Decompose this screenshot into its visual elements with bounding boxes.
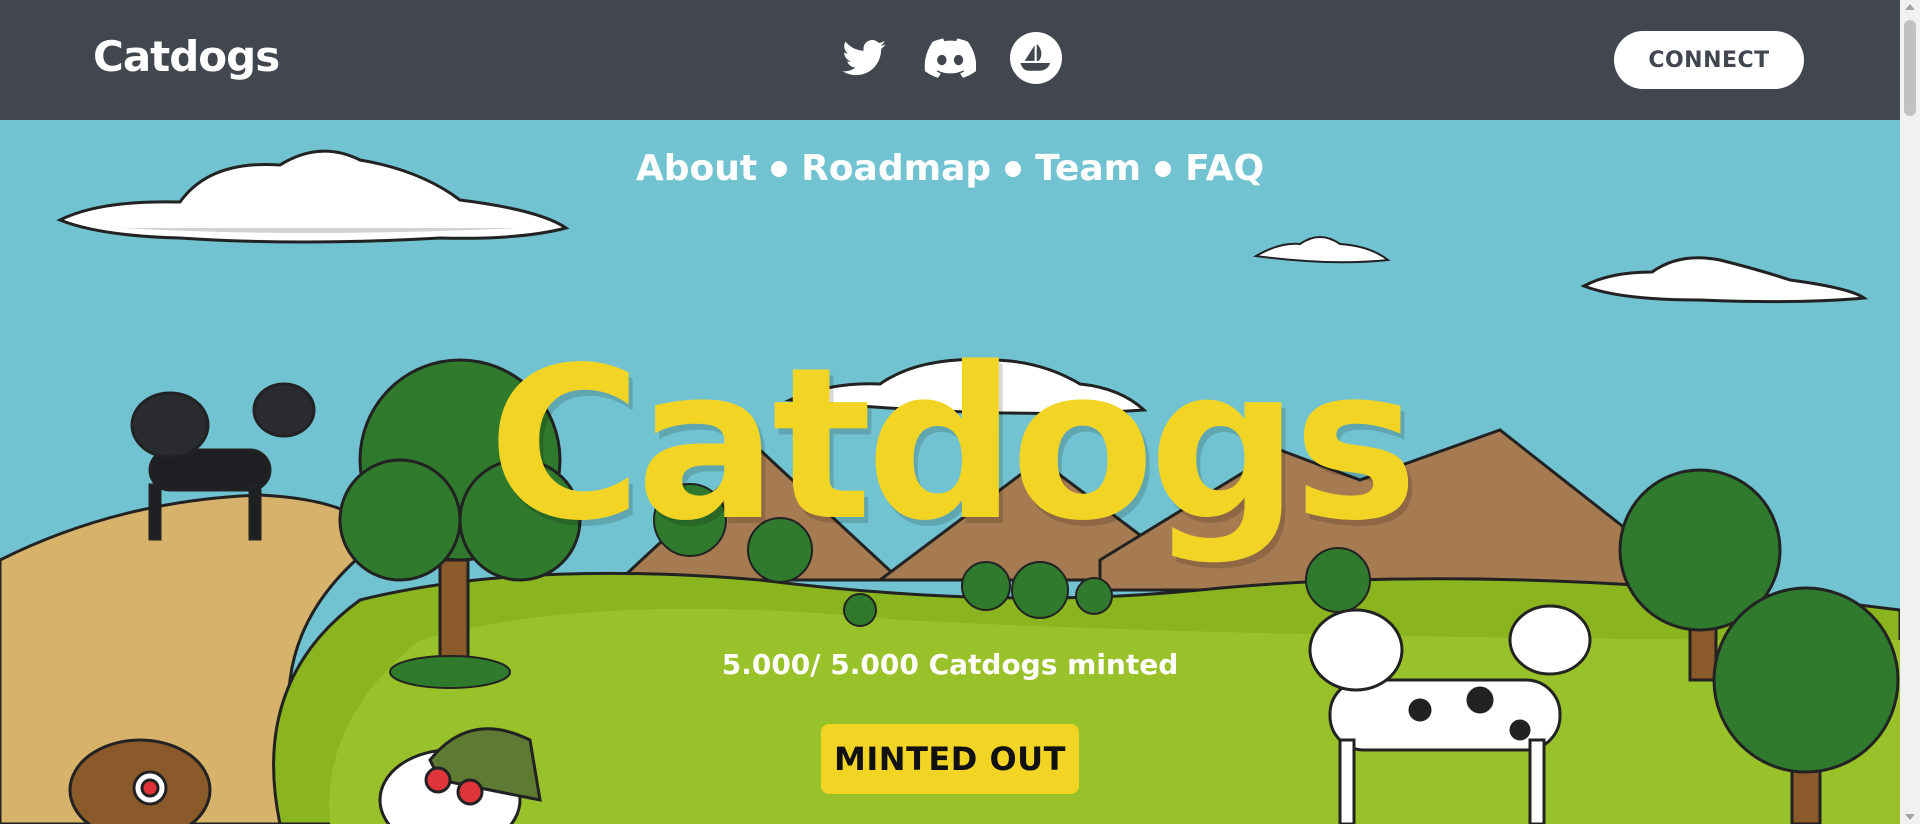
nav-about[interactable]: About bbox=[636, 148, 757, 189]
minted-count: 5.000/ 5.000 Catdogs minted bbox=[721, 648, 1179, 681]
nav-faq[interactable]: FAQ bbox=[1185, 148, 1264, 189]
scroll-down-arrow-icon[interactable] bbox=[1905, 814, 1915, 820]
cloud-small-1 bbox=[1252, 236, 1391, 264]
scroll-up-arrow-icon[interactable] bbox=[1905, 4, 1915, 10]
social-links bbox=[838, 32, 1062, 84]
nav-team[interactable]: Team bbox=[1035, 148, 1141, 189]
site-logo[interactable]: Catdogs bbox=[93, 32, 280, 81]
page-scrollbar[interactable] bbox=[1900, 0, 1920, 824]
minted-out-button[interactable]: MINTED OUT bbox=[821, 724, 1079, 794]
twitter-icon[interactable] bbox=[838, 32, 890, 84]
nav-separator bbox=[1155, 160, 1172, 177]
scroll-thumb[interactable] bbox=[1904, 20, 1916, 116]
top-header: Catdogs CONNECT bbox=[0, 0, 1900, 120]
opensea-icon[interactable] bbox=[1010, 32, 1062, 84]
connect-wallet-button[interactable]: CONNECT bbox=[1614, 31, 1804, 89]
discord-icon[interactable] bbox=[924, 32, 976, 84]
nav-separator bbox=[1005, 160, 1022, 177]
nav-roadmap[interactable]: Roadmap bbox=[801, 148, 991, 189]
main-nav: About Roadmap Team FAQ bbox=[0, 148, 1900, 189]
nav-separator bbox=[771, 160, 788, 177]
dog-bottom-left bbox=[68, 738, 212, 824]
hero-title: Catdogs bbox=[487, 322, 1418, 567]
cloud-small-2 bbox=[1580, 256, 1869, 304]
